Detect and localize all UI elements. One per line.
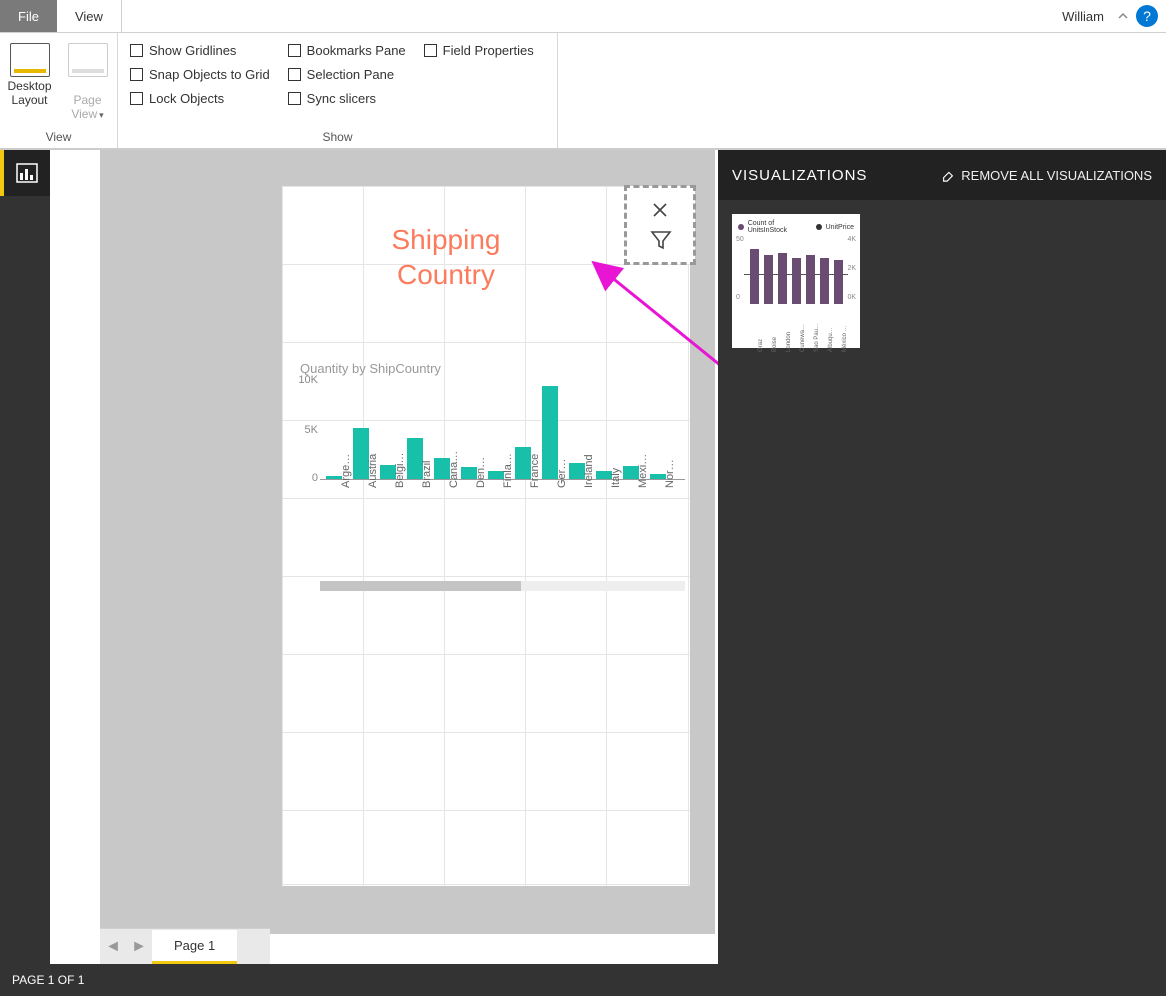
help-icon[interactable]: ?	[1136, 5, 1158, 27]
visualization-thumbnail[interactable]: Count of UnitsInStock UnitPrice 50 0 4K …	[732, 214, 860, 348]
thumb-bar	[834, 260, 843, 304]
thumb-bar	[750, 249, 759, 304]
desktop-layout-icon	[10, 43, 50, 77]
thumb-bar	[792, 258, 801, 304]
status-page-indicator: PAGE 1 OF 1	[12, 973, 84, 987]
check-field-properties[interactable]: Field Properties	[424, 43, 534, 58]
close-icon[interactable]	[652, 202, 668, 223]
check-lock-objects[interactable]: Lock Objects	[130, 91, 270, 106]
ribbon-group-view-label: View	[46, 130, 72, 146]
x-tick: Ireland	[583, 454, 595, 488]
x-tick: Mexi…	[637, 454, 649, 488]
thumb-legend: Count of UnitsInStock UnitPrice	[738, 220, 854, 234]
thumb-bar	[820, 258, 829, 304]
filter-icon[interactable]	[650, 229, 670, 249]
selected-slicer-handle[interactable]	[625, 186, 695, 264]
x-tick: Ger…	[556, 459, 568, 488]
thumb-x-tick: London	[786, 332, 792, 352]
chart-h-scrollbar[interactable]	[320, 581, 685, 591]
user-label[interactable]: William	[1052, 0, 1114, 32]
thumb-x-tick: Graz	[758, 339, 764, 352]
page-view-icon	[68, 43, 108, 77]
thumb-x-tick: Boise	[772, 337, 778, 352]
remove-all-visualizations-button[interactable]: REMOVE ALL VISUALIZATIONS	[941, 168, 1152, 183]
x-tick: Den…	[475, 457, 487, 488]
check-snap-to-grid[interactable]: Snap Objects to Grid	[130, 67, 270, 82]
canvas[interactable]: Shipping Country Quantity by ShipCountry…	[50, 150, 718, 964]
x-tick: Cana…	[448, 451, 460, 488]
page-view-caret-icon: ▾	[99, 110, 104, 120]
thumb-bar	[806, 255, 815, 304]
x-tick: Arge…	[340, 454, 352, 488]
desktop-layout-button[interactable]: Desktop Layout	[3, 41, 57, 107]
tab-view[interactable]: View	[57, 0, 122, 32]
page-view-button: Page View▾	[61, 41, 115, 121]
x-tick: Italy	[610, 468, 622, 488]
x-tick: Nor…	[664, 459, 676, 488]
text-tile-title[interactable]: Shipping Country	[282, 222, 610, 292]
top-spacer	[122, 0, 1052, 32]
status-bar: PAGE 1 OF 1	[0, 964, 1166, 996]
page-tab-1[interactable]: Page 1	[152, 930, 237, 964]
check-bookmarks-pane[interactable]: Bookmarks Pane	[288, 43, 406, 58]
thumb-bar	[778, 253, 787, 304]
page-view-label: Page View	[71, 93, 101, 121]
x-tick: Brazil	[421, 460, 433, 488]
page-next-button: ►	[126, 930, 152, 964]
y-tick: 0	[290, 472, 318, 484]
y-tick: 5K	[290, 424, 318, 436]
check-sync-slicers[interactable]: Sync slicers	[288, 91, 406, 106]
eraser-icon	[941, 168, 955, 182]
thumb-x-tick: Albuqu…	[828, 327, 834, 352]
x-tick: France	[529, 454, 541, 488]
x-tick: Austria	[367, 454, 379, 488]
thumb-x-tick: México …	[842, 325, 848, 352]
page-prev-button: ◄	[100, 930, 126, 964]
collapse-ribbon-chevron-icon[interactable]	[1114, 0, 1132, 32]
chart-title: Quantity by ShipCountry	[290, 361, 685, 376]
report-page[interactable]: Shipping Country Quantity by ShipCountry…	[282, 186, 690, 886]
desktop-layout-label: Desktop Layout	[7, 79, 51, 107]
y-tick: 10K	[290, 374, 318, 386]
ribbon-group-show-label: Show	[124, 130, 551, 146]
thumb-x-tick: Sao Pau…	[814, 323, 820, 352]
thumb-bar	[764, 255, 773, 304]
thumb-x-tick: Cunewa…	[800, 324, 806, 352]
x-tick: Finla…	[502, 453, 514, 488]
check-selection-pane[interactable]: Selection Pane	[288, 67, 406, 82]
check-show-gridlines[interactable]: Show Gridlines	[130, 43, 270, 58]
tab-file[interactable]: File	[0, 0, 57, 32]
visualizations-header: VISUALIZATIONS	[732, 167, 867, 184]
x-tick: Belgi…	[394, 453, 406, 488]
bar-chart-icon	[16, 163, 38, 183]
report-view-rail-button[interactable]	[0, 150, 50, 196]
chart-quantity-by-shipcountry[interactable]: Quantity by ShipCountry 10K 5K 0 Arge… Au…	[290, 361, 685, 556]
